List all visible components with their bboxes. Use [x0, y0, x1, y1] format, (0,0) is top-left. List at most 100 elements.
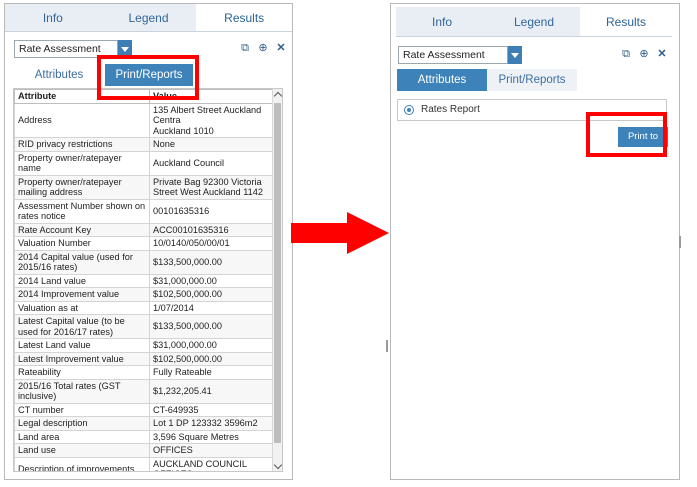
attribute-value-cell: $31,000,000.00 — [149, 273, 277, 288]
tab-info[interactable]: Info — [396, 7, 488, 36]
panel-resize-handle[interactable] — [386, 340, 388, 352]
attribute-name-cell: Assessment Number shown on rates notice — [14, 198, 150, 224]
attribute-value-cell: CT-649935 — [149, 402, 277, 417]
attribute-table-body: Address 135 Albert Street Auckland Centra… — [14, 102, 277, 471]
attribute-name-cell: Address — [14, 102, 150, 138]
table-row: RID privacy restrictions None — [14, 137, 277, 152]
attribute-table-container: Attribute Value Address 135 Albert Street… — [13, 88, 283, 472]
attribute-value-cell: None — [149, 137, 277, 152]
table-row: Legal description Lot 1 DP 123332 3596m2 — [14, 416, 277, 431]
attribute-name-cell: 2015/16 Total rates (GST inclusive) — [14, 378, 150, 404]
attribute-name-cell: RID privacy restrictions — [14, 137, 150, 152]
report-option[interactable]: Rates Report — [397, 99, 667, 121]
attribute-value-cell: 10/0140/050/00/01 — [149, 236, 277, 251]
attribute-name-cell: Latest Land value — [14, 338, 150, 353]
tab-info[interactable]: Info — [5, 4, 101, 31]
table-row: Address 135 Albert Street Auckland Centra… — [14, 102, 277, 138]
layer-select-value[interactable]: Rate Assessment — [14, 40, 118, 58]
table-row: Rateability Fully Rateable — [14, 365, 277, 380]
arrow-right-icon — [347, 212, 389, 254]
attribute-name-cell: Property owner/ratepayer name — [14, 150, 150, 176]
table-row: 2014 Improvement value $102,500,000.00 — [14, 287, 277, 302]
attribute-value-cell: $133,500,000.00 — [149, 314, 277, 339]
tab-print-reports[interactable]: Print/Reports — [105, 64, 193, 86]
table-row: 2014 Land value $31,000,000.00 — [14, 273, 277, 288]
close-icon[interactable]: ✕ — [275, 42, 287, 54]
scrollbar-thumb[interactable] — [274, 103, 281, 443]
table-scrollbar[interactable] — [272, 89, 282, 471]
chevron-down-icon[interactable] — [508, 46, 522, 64]
left-results-panel: Info Legend Results Rate Assessment ⧉ ⊕ … — [4, 3, 293, 480]
table-row: Rate Account Key ACC00101635316 — [14, 222, 277, 237]
attribute-value-cell: OFFICES — [149, 443, 277, 458]
layer-select[interactable]: Rate Assessment — [398, 46, 523, 64]
right-sub-tabs: Attributes Print/Reports — [397, 69, 577, 91]
attribute-value-cell: 135 Albert Street Auckland Centra Auckla… — [149, 102, 277, 138]
column-header-attribute: Attribute — [14, 89, 150, 104]
report-radio-button[interactable] — [404, 105, 414, 115]
attribute-value-cell: $102,500,000.00 — [149, 287, 277, 302]
table-row: Latest Land value $31,000,000.00 — [14, 338, 277, 353]
attribute-value-cell: Auckland Council — [149, 150, 277, 176]
column-header-value: Value — [149, 89, 277, 104]
attribute-value-cell: $102,500,000.00 — [149, 351, 277, 366]
left-top-tabs: Info Legend Results — [5, 4, 293, 32]
table-row: Property owner/ratepayer name Auckland Co… — [14, 150, 277, 176]
attribute-value-cell: AUCKLAND COUNCIL OFFICES — [149, 456, 277, 471]
copy-icon[interactable]: ⧉ — [239, 42, 251, 54]
chevron-down-icon[interactable] — [118, 40, 132, 58]
scroll-down-icon[interactable] — [273, 461, 282, 471]
right-top-tabs: Info Legend Results — [396, 7, 672, 37]
attribute-value-cell: 3,596 Square Metres — [149, 429, 277, 444]
table-row: 2015/16 Total rates (GST inclusive) $1,23… — [14, 378, 277, 404]
zoom-to-icon[interactable]: ⊕ — [638, 48, 650, 60]
table-row: Property owner/ratepayer mailing address… — [14, 174, 277, 200]
tab-results[interactable]: Results — [196, 4, 293, 31]
copy-icon[interactable]: ⧉ — [620, 48, 632, 60]
attribute-name-cell: 2014 Land value — [14, 273, 150, 288]
attribute-name-cell: Land area — [14, 429, 150, 444]
tab-attributes[interactable]: Attributes — [397, 69, 487, 91]
attribute-name-cell: Rateability — [14, 365, 150, 380]
tab-print-reports[interactable]: Print/Reports — [487, 69, 577, 91]
table-row: CT number CT-649935 — [14, 402, 277, 417]
panel-resize-handle[interactable] — [679, 236, 681, 248]
table-row: Assessment Number shown on rates notice 0… — [14, 198, 277, 224]
right-results-panel: Info Legend Results Rate Assessment ⧉ ⊕ … — [390, 3, 680, 480]
attribute-name-cell: Rate Account Key — [14, 222, 150, 237]
tab-attributes[interactable]: Attributes — [13, 64, 105, 86]
tab-legend[interactable]: Legend — [101, 4, 197, 31]
table-row: Latest Capital value (to be used for 201… — [14, 314, 277, 339]
attribute-value-cell: Fully Rateable — [149, 365, 277, 380]
attribute-name-cell: Description of improvements — [14, 456, 150, 471]
table-row: Latest Improvement value $102,500,000.00 — [14, 351, 277, 366]
attribute-name-cell: Property owner/ratepayer mailing address — [14, 174, 150, 200]
close-icon[interactable]: ✕ — [656, 48, 668, 60]
report-option-label: Rates Report — [421, 104, 480, 115]
layer-select[interactable]: Rate Assessment — [14, 40, 134, 58]
attribute-value-cell: 1/07/2014 — [149, 300, 277, 315]
attribute-name-cell: Latest Improvement value — [14, 351, 150, 366]
attribute-name-cell: 2014 Improvement value — [14, 287, 150, 302]
table-row: Valuation as at 1/07/2014 — [14, 300, 277, 315]
tab-results[interactable]: Results — [580, 7, 672, 36]
table-row: Valuation Number 10/0140/050/00/01 — [14, 236, 277, 251]
attribute-name-cell: Latest Capital value (to be used for 201… — [14, 314, 150, 339]
tab-legend[interactable]: Legend — [488, 7, 580, 36]
attribute-name-cell: Land use — [14, 443, 150, 458]
table-row: Land use OFFICES — [14, 443, 277, 458]
attribute-name-cell: Valuation as at — [14, 300, 150, 315]
attribute-value-cell: Lot 1 DP 123332 3596m2 — [149, 416, 277, 431]
attribute-value-cell: Private Bag 92300 Victoria Street West A… — [149, 174, 277, 200]
attribute-name-cell: Legal description — [14, 416, 150, 431]
print-to-pdf-button[interactable]: Print to PDF — [618, 127, 668, 162]
zoom-to-icon[interactable]: ⊕ — [257, 42, 269, 54]
layer-select-value[interactable]: Rate Assessment — [398, 46, 508, 64]
attribute-name-cell: 2014 Capital value (used for 2015/16 rat… — [14, 249, 150, 275]
attribute-value-cell: 00101635316 — [149, 198, 277, 224]
scroll-up-icon[interactable] — [273, 89, 282, 101]
table-row: Land area 3,596 Square Metres — [14, 429, 277, 444]
left-sub-tabs: Attributes Print/Reports — [13, 64, 193, 86]
attribute-name-cell: CT number — [14, 402, 150, 417]
attribute-value-cell: $1,232,205.41 — [149, 378, 277, 404]
